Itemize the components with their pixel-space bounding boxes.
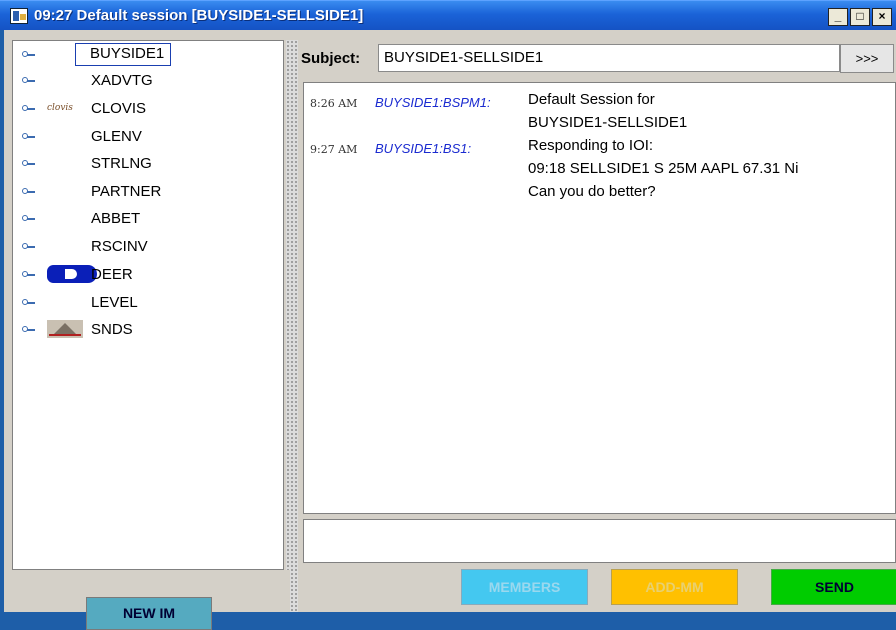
members-button[interactable]: MEMBERS (461, 569, 588, 605)
minimize-icon: _ (834, 9, 842, 23)
message-sender: BUYSIDE1:BSPM1: (375, 95, 491, 110)
chat-history[interactable]: 8:26 AM BUYSIDE1:BSPM1: Default Session … (303, 82, 896, 514)
snds-logo-icon (47, 320, 83, 338)
tree-node-handle-icon[interactable] (22, 133, 35, 139)
tree-node-handle-icon[interactable] (22, 299, 35, 305)
tree-item-level[interactable]: LEVEL (13, 291, 283, 315)
tree-item-glenv[interactable]: GLENV (13, 125, 283, 149)
tree-node-handle-icon[interactable] (22, 105, 35, 111)
tree-node-handle-icon[interactable] (22, 326, 35, 332)
tree-item-label: BUYSIDE1 (75, 43, 172, 66)
title-bar[interactable]: 09:27 Default session [BUYSIDE1-SELLSIDE… (0, 0, 896, 30)
tree-node-handle-icon[interactable] (22, 243, 35, 249)
message-text: 09:18 SELLSIDE1 S 25M AAPL 67.31 Ni (528, 160, 799, 177)
message-text: Can you do better? (528, 183, 656, 200)
tree-node-handle-icon[interactable] (22, 271, 35, 277)
send-button[interactable]: SEND (771, 569, 896, 605)
pane-splitter[interactable] (286, 40, 298, 612)
message-text: Responding to IOI: (528, 137, 654, 154)
clovis-logo-icon: clovis (47, 103, 73, 113)
tree-node-handle-icon[interactable] (22, 215, 35, 221)
message-text: BUYSIDE1-SELLSIDE1 (528, 114, 688, 131)
tree-item-strlng[interactable]: STRLNG (13, 152, 283, 176)
subject-label: Subject: (301, 50, 361, 67)
tree-item-label: RSCINV (91, 238, 148, 255)
tree-node-handle-icon[interactable] (22, 188, 35, 194)
message-input[interactable] (303, 519, 896, 563)
subject-field[interactable]: BUYSIDE1-SELLSIDE1 (378, 44, 840, 72)
tree-item-rscinv[interactable]: RSCINV (13, 235, 283, 259)
tree-item-label: PARTNER (91, 183, 162, 200)
tree-item-label: LEVEL (91, 294, 138, 311)
message-timestamp: 8:26 AM (310, 97, 358, 110)
tree-item-buyside1[interactable]: BUYSIDE1 (13, 43, 283, 67)
close-button[interactable]: × (872, 8, 892, 26)
tree-node-handle-icon[interactable] (22, 160, 35, 166)
tree-item-deer[interactable]: DEER (13, 263, 283, 287)
tree-item-label: SNDS (91, 321, 133, 338)
tree-node-handle-icon[interactable] (22, 77, 35, 83)
message-sender: BUYSIDE1:BS1: (375, 141, 472, 156)
expand-button[interactable]: >>> (840, 44, 894, 73)
window-title: 09:27 Default session [BUYSIDE1-SELLSIDE… (34, 7, 364, 24)
tree-item-clovis[interactable]: clovis CLOVIS (13, 97, 283, 121)
close-icon: × (878, 9, 886, 23)
app-icon[interactable] (10, 8, 28, 24)
message-timestamp: 9:27 AM (310, 143, 358, 156)
tree-item-label: STRLNG (91, 155, 152, 172)
tree-node-handle-icon[interactable] (22, 51, 35, 57)
minimize-button[interactable]: _ (828, 8, 848, 26)
maximize-button[interactable]: □ (850, 8, 870, 26)
tree-item-label: XADVTG (91, 72, 153, 89)
add-mm-button[interactable]: ADD-MM (611, 569, 738, 605)
tree-item-snds[interactable]: SNDS (13, 318, 283, 342)
maximize-icon: □ (856, 9, 864, 23)
tree-item-partner[interactable]: PARTNER (13, 180, 283, 204)
tree-item-label: GLENV (91, 128, 142, 145)
tree-item-label: CLOVIS (91, 100, 147, 117)
new-im-button[interactable]: NEW IM (86, 597, 212, 630)
message-text: Default Session for (528, 91, 655, 108)
participant-tree[interactable]: BUYSIDE1 XADVTG clovis CLOVIS GLENV STRL… (12, 40, 284, 570)
tree-item-label: DEER (91, 266, 133, 283)
tree-item-abbet[interactable]: ABBET (13, 207, 283, 231)
tree-item-xadvtg[interactable]: XADVTG (13, 69, 283, 93)
tree-item-label: ABBET (91, 210, 141, 227)
